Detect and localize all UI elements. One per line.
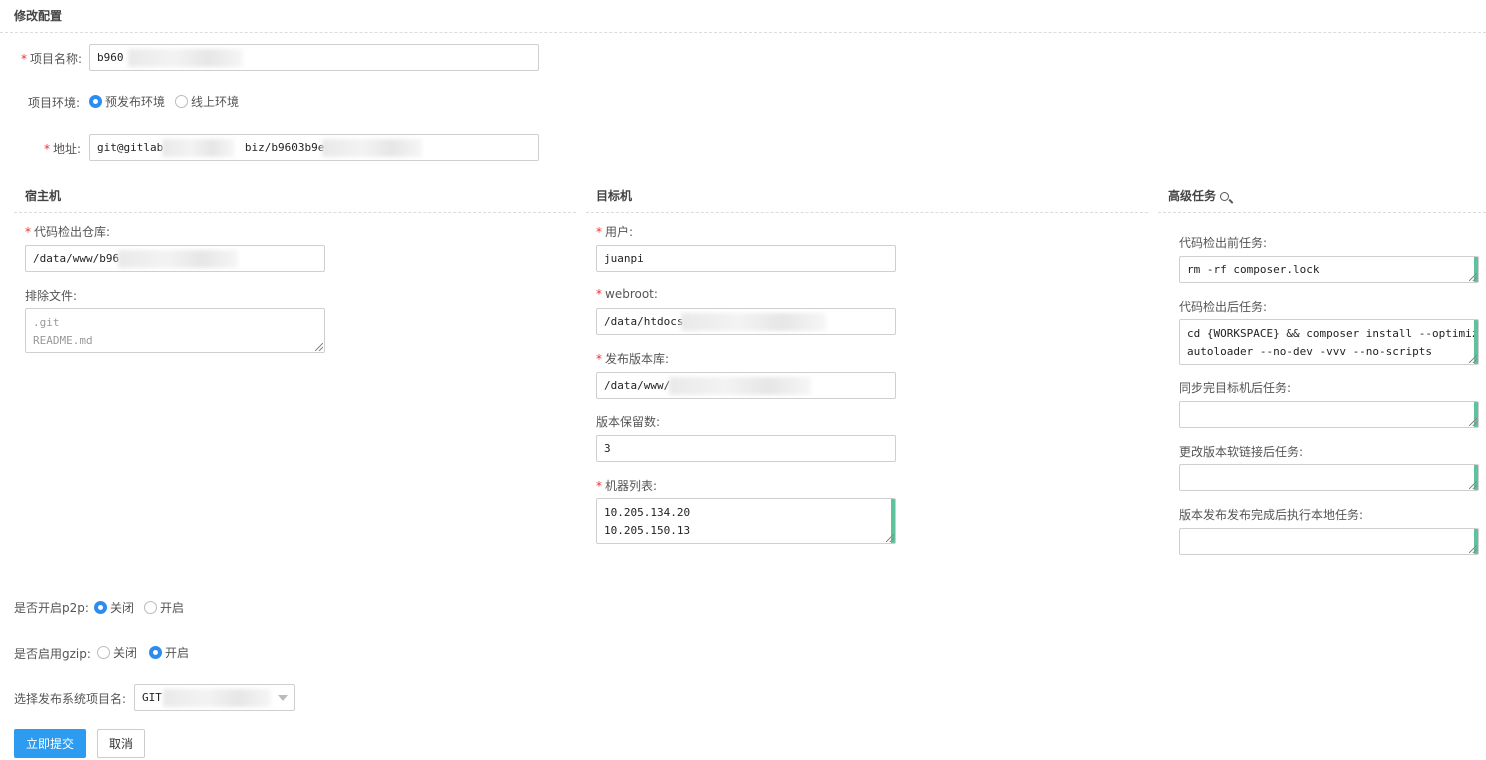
pre-checkout-textarea[interactable]: rm -rf composer.lock <box>1179 256 1479 283</box>
user-label: * 用户: <box>596 225 634 239</box>
redaction <box>322 139 422 157</box>
post-sync-label: 同步完目标机后任务: <box>1179 381 1292 395</box>
release-project-select[interactable]: GIT <box>134 684 295 711</box>
host-section-title: 宿主机 <box>25 189 62 203</box>
submit-button[interactable]: 立即提交 <box>14 729 86 758</box>
redaction <box>669 377 811 395</box>
gzip-label: 是否启用gzip: <box>14 647 91 661</box>
resize-handle[interactable] <box>315 343 323 351</box>
machines-label: * 机器列表: <box>596 479 658 493</box>
advanced-section-title: 高级任务 <box>1168 187 1230 204</box>
env-option-preview[interactable]: 预发布环境 <box>89 93 165 110</box>
post-release-local-textarea[interactable] <box>1179 528 1479 555</box>
target-divider <box>586 212 1148 213</box>
p2p-radio-group: 关闭 开启 <box>94 599 194 616</box>
redaction <box>118 250 238 268</box>
post-sync-textarea[interactable] <box>1179 401 1479 428</box>
resize-handle[interactable] <box>1469 481 1477 489</box>
radio-checked-icon <box>94 601 107 614</box>
webroot-input[interactable]: /data/htdocs/ <box>596 308 896 335</box>
address-label: * 地址: <box>44 142 82 156</box>
repo-label: * 代码检出仓库: <box>25 225 111 239</box>
project-name-label: * 项目名称: <box>21 52 83 66</box>
resize-handle[interactable] <box>1469 418 1477 426</box>
user-input[interactable]: juanpi <box>596 245 896 272</box>
gzip-option-off[interactable]: 关闭 <box>97 644 137 661</box>
release-project-label: 选择发布系统项目名: <box>14 692 127 706</box>
webroot-label: * webroot: <box>596 287 658 301</box>
host-divider <box>14 212 576 213</box>
advanced-divider <box>1158 212 1486 213</box>
keep-versions-input[interactable]: 3 <box>596 435 896 462</box>
gzip-radio-group: 关闭 开启 <box>97 644 199 661</box>
post-release-local-label: 版本发布发布完成后执行本地任务: <box>1179 508 1364 522</box>
page-title: 修改配置 <box>14 9 63 23</box>
radio-checked-icon <box>149 646 163 659</box>
resize-handle[interactable] <box>1469 545 1477 553</box>
gzip-option-on[interactable]: 开启 <box>149 644 189 661</box>
repo-input[interactable]: /data/www/b96 <box>25 245 325 272</box>
radio-unchecked-icon <box>175 95 189 108</box>
env-radio-group: 预发布环境 线上环境 <box>89 93 249 110</box>
project-name-input[interactable]: b960 <box>89 44 539 71</box>
exclude-label: 排除文件: <box>25 289 78 303</box>
search-icon[interactable] <box>1220 192 1230 201</box>
pre-checkout-label: 代码检出前任务: <box>1179 236 1268 250</box>
cancel-button[interactable]: 取消 <box>97 729 145 758</box>
redaction <box>128 49 243 67</box>
p2p-option-on[interactable]: 开启 <box>144 599 184 616</box>
radio-checked-icon <box>89 95 102 108</box>
address-input[interactable]: git@gitlab. biz/b9603b9ece8 <box>89 134 539 161</box>
keep-versions-label: 版本保留数: <box>596 415 661 429</box>
radio-unchecked-icon <box>144 601 158 614</box>
post-link-label: 更改版本软链接后任务: <box>1179 445 1304 459</box>
env-option-online[interactable]: 线上环境 <box>175 93 239 110</box>
post-link-textarea[interactable] <box>1179 464 1479 491</box>
post-checkout-label: 代码检出后任务: <box>1179 300 1268 314</box>
radio-unchecked-icon <box>97 646 110 659</box>
header-divider <box>0 32 1486 33</box>
resize-handle[interactable] <box>1469 355 1477 363</box>
exclude-textarea[interactable]: .git README.md <box>25 308 325 353</box>
post-checkout-textarea[interactable]: cd {WORKSPACE} && composer install --opt… <box>1179 319 1479 365</box>
machines-textarea[interactable]: 10.205.134.20 10.205.150.13 <box>596 498 896 544</box>
redaction <box>681 313 826 331</box>
redaction <box>163 689 271 707</box>
release-lib-input[interactable]: /data/www/ <box>596 372 896 399</box>
p2p-label: 是否开启p2p: <box>14 601 89 615</box>
env-label: 项目环境: <box>28 96 81 110</box>
redaction <box>162 139 234 157</box>
target-section-title: 目标机 <box>596 189 633 203</box>
p2p-option-off[interactable]: 关闭 <box>94 599 134 616</box>
release-lib-label: * 发布版本库: <box>596 352 670 366</box>
chevron-down-icon <box>278 695 288 701</box>
resize-handle[interactable] <box>1469 273 1477 281</box>
resize-handle[interactable] <box>886 534 894 542</box>
